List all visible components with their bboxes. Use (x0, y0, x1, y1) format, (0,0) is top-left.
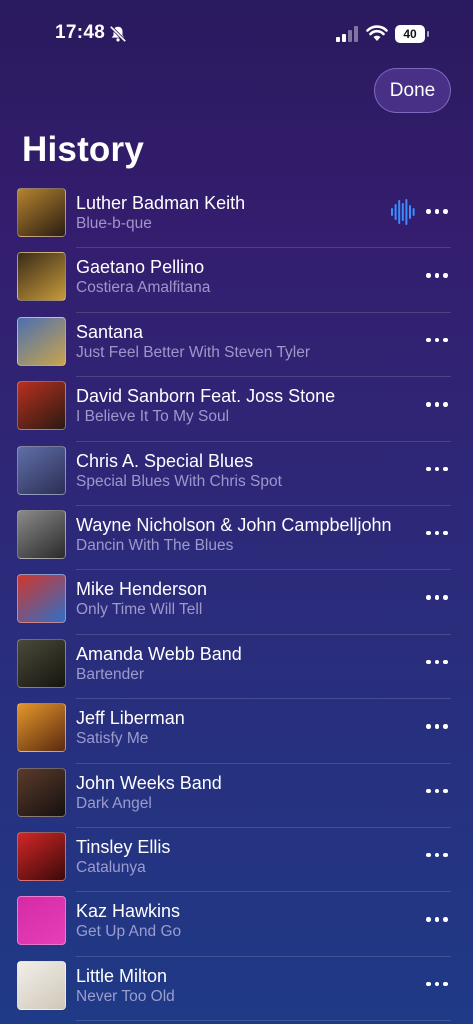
history-row[interactable]: Kaz Hawkins Get Up And Go (0, 892, 473, 957)
row-divider (76, 1020, 451, 1022)
track-subtitle: Only Time Will Tell (76, 601, 203, 619)
wifi-icon (366, 25, 388, 41)
more-options-icon[interactable] (426, 715, 452, 737)
track-title: Amanda Webb Band (76, 643, 242, 664)
track-title: Wayne Nicholson & John Campbelljohn (76, 514, 392, 535)
history-row[interactable]: Santana Just Feel Better With Steven Tyle… (0, 313, 473, 378)
track-subtitle: Costiera Amalfitana (76, 279, 211, 297)
track-subtitle: Dancin With The Blues (76, 536, 234, 554)
track-title: Jeff Liberman (76, 708, 185, 729)
more-options-icon[interactable] (426, 522, 452, 544)
track-subtitle: Bartender (76, 665, 145, 683)
album-artwork (17, 831, 66, 881)
more-options-icon[interactable] (426, 458, 452, 480)
track-subtitle: Catalunya (76, 858, 146, 876)
history-row[interactable]: Little Milton Never Too Old (0, 957, 473, 1022)
history-row[interactable]: Mike Henderson Only Time Will Tell (0, 570, 473, 635)
track-title: David Sanborn Feat. Joss Stone (76, 386, 336, 407)
track-title: John Weeks Band (76, 772, 222, 793)
album-artwork (17, 188, 66, 237)
history-row[interactable]: Jeff Liberman Satisfy Me (0, 699, 473, 764)
track-subtitle: Never Too Old (76, 987, 175, 1005)
album-artwork (17, 381, 66, 431)
history-row[interactable]: Luther Badman Keith Blue-b-que (0, 184, 473, 249)
history-row[interactable]: David Sanborn Feat. Joss Stone I Believe … (0, 377, 473, 442)
track-title: Tinsley Ellis (76, 836, 171, 857)
history-row[interactable]: Chris A. Special Blues Special Blues With… (0, 442, 473, 506)
now-playing-waveform-icon (391, 199, 415, 225)
more-options-icon[interactable] (426, 329, 452, 351)
more-options-icon[interactable] (426, 780, 452, 802)
track-subtitle: Blue-b-que (76, 215, 152, 232)
more-options-icon[interactable] (426, 844, 452, 866)
status-bar: 17:48 40 (0, 0, 473, 70)
more-options-icon[interactable] (426, 908, 452, 930)
album-artwork (17, 960, 66, 1010)
track-subtitle: Satisfy Me (76, 730, 149, 748)
status-time: 17:48 (55, 22, 106, 43)
album-artwork (17, 703, 66, 753)
history-row[interactable]: John Weeks Band Dark Angel (0, 764, 473, 828)
album-artwork (17, 767, 66, 817)
album-artwork (17, 896, 66, 946)
more-options-icon[interactable] (426, 264, 452, 286)
track-subtitle: I Believe It To My Soul (76, 408, 230, 426)
history-row[interactable]: Wayne Nicholson & John Campbelljohn Danci… (0, 506, 473, 571)
history-row[interactable]: Amanda Webb Band Bartender (0, 635, 473, 700)
more-options-icon[interactable] (426, 393, 452, 415)
track-title: Mike Henderson (76, 579, 208, 600)
track-subtitle: Dark Angel (76, 794, 152, 812)
track-title: Luther Badman Keith (76, 193, 246, 213)
bell-slash-icon (109, 25, 127, 43)
history-row[interactable]: Tinsley Ellis Catalunya (0, 828, 473, 893)
history-list: Luther Badman Keith Blue-b-que Gaetano Pel… (0, 184, 473, 1022)
cellular-signal-icon (336, 26, 358, 42)
album-artwork (17, 574, 66, 624)
page-title: History (22, 130, 144, 169)
track-subtitle: Special Blues With Chris Spot (76, 472, 282, 490)
album-artwork (17, 252, 66, 302)
track-subtitle: Just Feel Better With Steven Tyler (76, 343, 311, 361)
more-options-icon[interactable] (426, 651, 452, 673)
history-row[interactable]: Gaetano Pellino Costiera Amalfitana (0, 248, 473, 313)
track-title: Little Milton (76, 965, 168, 986)
album-artwork (17, 638, 66, 688)
more-options-icon[interactable] (426, 200, 452, 222)
album-artwork (17, 445, 66, 495)
more-options-icon[interactable] (426, 973, 452, 995)
more-options-icon[interactable] (426, 586, 452, 608)
album-artwork (17, 509, 66, 559)
track-title: Chris A. Special Blues (76, 450, 254, 471)
done-button[interactable]: Done (374, 68, 451, 113)
album-artwork (17, 316, 66, 366)
battery-icon: 40 (395, 25, 429, 43)
track-title: Kaz Hawkins (76, 901, 181, 922)
track-title: Gaetano Pellino (76, 257, 205, 278)
track-title: Santana (76, 321, 144, 342)
track-subtitle: Get Up And Go (76, 923, 182, 941)
